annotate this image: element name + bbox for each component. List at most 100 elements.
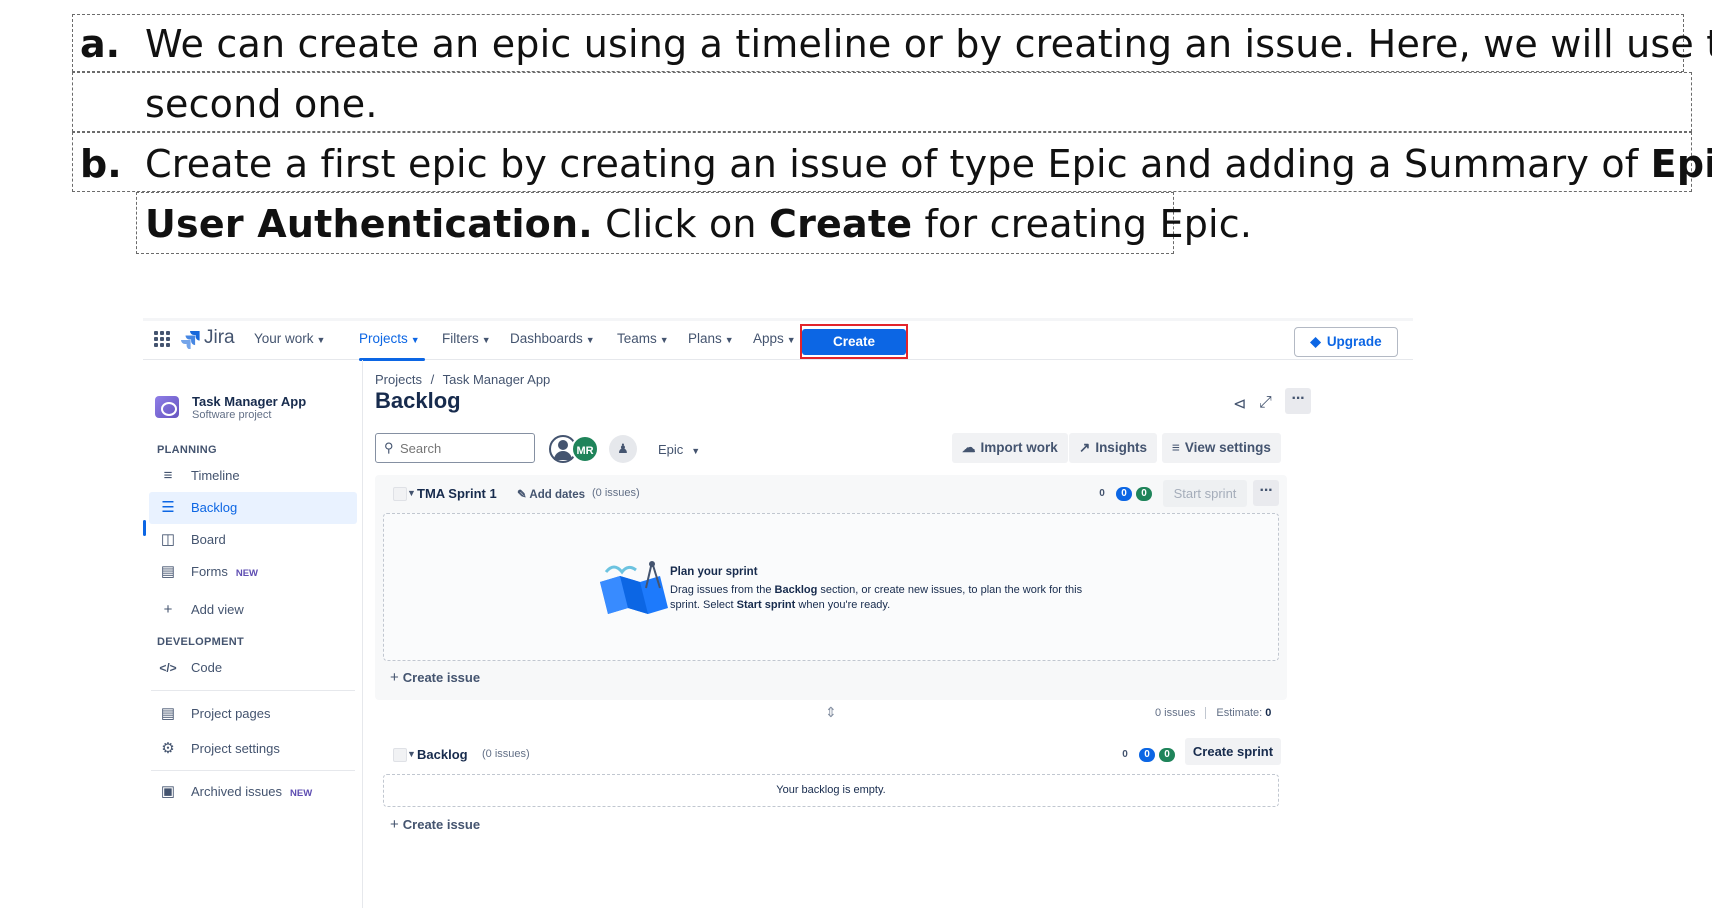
gear-icon: ⚙ bbox=[161, 740, 175, 757]
start-sprint-button[interactable]: Start sprint bbox=[1163, 480, 1247, 507]
chevron-down-icon: ▼ bbox=[691, 446, 701, 456]
backlog-section-name: Backlog bbox=[417, 747, 468, 762]
step-b-create-bold: Create bbox=[769, 202, 913, 246]
add-dates-label: Add dates bbox=[529, 489, 586, 501]
insights-button[interactable]: ↗ Insights bbox=[1069, 433, 1158, 463]
expand-icon[interactable]: ⤢ bbox=[1259, 394, 1272, 412]
project-type: Software project bbox=[192, 409, 272, 421]
chevron-down-icon: ▼ bbox=[659, 335, 669, 345]
plus-icon: + bbox=[163, 601, 173, 618]
sidebar-item-label: Project pages bbox=[191, 706, 271, 721]
sidebar-item-add-view[interactable]: + Add view bbox=[149, 594, 357, 626]
sprint-select-checkbox[interactable] bbox=[393, 487, 407, 501]
breadcrumb-projects[interactable]: Projects bbox=[375, 372, 422, 387]
step-a-line-2: second one. bbox=[145, 82, 378, 126]
sidebar-item-label: Archived issues NEW bbox=[191, 784, 312, 799]
sprint-name: TMA Sprint 1 bbox=[417, 486, 497, 501]
backlog-select-checkbox[interactable] bbox=[393, 748, 407, 762]
count-todo: 0 bbox=[1122, 749, 1128, 760]
planning-heading: PLANNING bbox=[157, 444, 217, 456]
count-done: 0 bbox=[1159, 748, 1175, 762]
section-resize-handle-icon[interactable]: ⇕ bbox=[825, 704, 837, 721]
nav-dashboards-label: Dashboards bbox=[510, 331, 583, 346]
search-input-box[interactable]: ⚲ bbox=[375, 433, 535, 463]
nav-projects-label: Projects bbox=[359, 331, 408, 346]
chart-line-icon: ↗ bbox=[1079, 440, 1091, 455]
jira-logo-text[interactable]: Jira bbox=[204, 327, 235, 349]
settings-sliders-icon: ≡ bbox=[1172, 440, 1180, 455]
create-sprint-button[interactable]: Create sprint bbox=[1185, 738, 1281, 765]
nav-apps[interactable]: Apps ▼ bbox=[753, 331, 796, 346]
chevron-down-icon[interactable]: ▼ bbox=[407, 749, 416, 759]
breadcrumb-separator: / bbox=[430, 372, 435, 387]
view-settings-button[interactable]: ≡ View settings bbox=[1162, 433, 1281, 463]
sidebar-item-code[interactable]: </> Code bbox=[149, 652, 357, 684]
instruction-text: a. We can create an epic using a timelin… bbox=[0, 0, 1712, 260]
nav-dashboards[interactable]: Dashboards ▼ bbox=[510, 331, 595, 346]
sidebar-item-project-pages[interactable]: ▤ Project pages bbox=[149, 698, 357, 730]
sidebar-divider bbox=[151, 770, 355, 771]
sidebar-item-backlog[interactable]: ☰ Backlog bbox=[149, 492, 357, 524]
sidebar-item-label: Backlog bbox=[191, 500, 238, 515]
chevron-down-icon[interactable]: ▼ bbox=[407, 488, 416, 498]
sidebar-item-forms[interactable]: ▤ Forms NEW bbox=[149, 556, 357, 588]
epic-filter-dropdown[interactable]: Epic ▼ bbox=[658, 442, 700, 457]
nav-plans[interactable]: Plans ▼ bbox=[688, 331, 734, 346]
add-dates-button[interactable]: ✎ Add dates bbox=[517, 487, 585, 501]
step-b-summary-bold: User Authentication. bbox=[145, 202, 593, 246]
nav-your-work[interactable]: Your work ▼ bbox=[254, 331, 325, 346]
forms-label: Forms bbox=[191, 564, 228, 579]
new-badge: NEW bbox=[235, 568, 259, 579]
sidebar-item-board[interactable]: ◫ Board bbox=[149, 524, 357, 556]
app-switcher-icon[interactable] bbox=[153, 330, 171, 351]
nav-plans-label: Plans bbox=[688, 331, 722, 346]
count-todo: 0 bbox=[1099, 488, 1105, 499]
sidebar-item-timeline[interactable]: ≡ Timeline bbox=[149, 460, 357, 492]
backlog-create-issue-button[interactable]: + Create issue bbox=[390, 816, 480, 833]
upgrade-label: Upgrade bbox=[1326, 334, 1382, 349]
import-work-button[interactable]: ☁ Import work bbox=[952, 433, 1068, 463]
chevron-down-icon: ▼ bbox=[585, 335, 595, 345]
breadcrumb: Projects / Task Manager App bbox=[375, 372, 550, 387]
project-sidebar: Task Manager App Software project PLANNI… bbox=[143, 360, 363, 908]
search-icon: ⚲ bbox=[384, 440, 394, 455]
gem-icon: ◆ bbox=[1310, 334, 1321, 349]
step-b-line-2-mid: Click on bbox=[592, 202, 769, 246]
plan-sprint-text: Drag issues from the Backlog section, or… bbox=[670, 583, 1110, 613]
step-b-epic-label: Epic 1: bbox=[1650, 142, 1712, 186]
sidebar-item-label: Project settings bbox=[191, 741, 280, 756]
jira-screenshot: Jira Your work ▼ Projects ▼ Filters ▼ Dashb… bbox=[143, 318, 1413, 908]
search-input[interactable] bbox=[400, 439, 528, 457]
nav-projects[interactable]: Projects ▼ bbox=[359, 331, 420, 346]
totals-divider bbox=[1205, 707, 1207, 720]
upgrade-button[interactable]: ◆ Upgrade bbox=[1294, 327, 1398, 357]
count-done: 0 bbox=[1136, 487, 1152, 501]
sidebar-item-archived-issues[interactable]: ▣ Archived issues NEW bbox=[149, 776, 357, 808]
board-icon: ◫ bbox=[160, 531, 176, 548]
project-avatar-icon bbox=[155, 396, 179, 418]
selected-indicator bbox=[143, 520, 146, 536]
sprint-more-button[interactable]: ··· bbox=[1253, 480, 1279, 506]
chevron-down-icon: ▼ bbox=[724, 335, 734, 345]
breadcrumb-project[interactable]: Task Manager App bbox=[443, 372, 551, 387]
pages-icon: ▤ bbox=[160, 705, 176, 722]
avatar[interactable]: MR bbox=[571, 435, 599, 463]
sidebar-item-project-settings[interactable]: ⚙ Project settings bbox=[149, 733, 357, 765]
step-b-marker: b. bbox=[80, 142, 122, 186]
project-name[interactable]: Task Manager App bbox=[192, 394, 306, 409]
backlog-totals: 0 issues Estimate: 0 bbox=[1155, 707, 1271, 720]
cloud-upload-icon: ☁ bbox=[962, 440, 976, 455]
nav-teams[interactable]: Teams ▼ bbox=[617, 331, 669, 346]
add-people-icon[interactable]: ♟ bbox=[609, 435, 637, 463]
top-navigation-bar: Jira Your work ▼ Projects ▼ Filters ▼ Dashb… bbox=[143, 318, 1413, 361]
chevron-down-icon: ▼ bbox=[316, 335, 326, 345]
share-icon[interactable]: ⊲ bbox=[1233, 394, 1246, 414]
nav-filters[interactable]: Filters ▼ bbox=[442, 331, 491, 346]
nav-apps-label: Apps bbox=[753, 331, 784, 346]
backlog-empty-zone: Your backlog is empty. bbox=[383, 774, 1279, 807]
sidebar-divider bbox=[151, 690, 355, 691]
jira-logo-icon[interactable] bbox=[181, 329, 201, 352]
sprint-create-issue-button[interactable]: + Create issue bbox=[390, 669, 480, 686]
nav-your-work-label: Your work bbox=[254, 331, 314, 346]
more-actions-button[interactable]: ··· bbox=[1285, 388, 1311, 414]
